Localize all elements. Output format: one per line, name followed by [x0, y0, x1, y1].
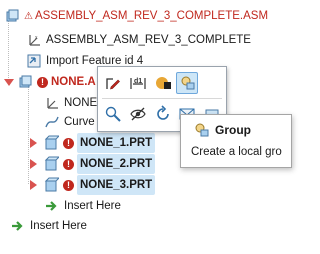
tree-item-insert-here[interactable]: Insert Here [44, 196, 121, 216]
part-icon [43, 135, 59, 151]
tree-item-insert-here[interactable]: Insert Here [10, 216, 87, 236]
tree-item-part[interactable]: ! NONE_2.PRT [30, 154, 156, 174]
assembly-warning-icon [4, 8, 20, 24]
part-icon [43, 177, 59, 193]
tree-item-part[interactable]: ! NONE_3.PRT [30, 175, 156, 195]
part-icon [43, 156, 59, 172]
subassembly-warning-icon [17, 74, 33, 90]
error-icon: ! [63, 158, 74, 170]
tree-item-label: NONE [64, 97, 98, 109]
tree-item-label: Insert Here [30, 220, 87, 232]
appearance-icon[interactable] [152, 72, 174, 94]
tooltip-title: Group [215, 123, 251, 137]
tree-item-label: NONE_3.PRT [77, 175, 156, 195]
collapse-arrow-icon[interactable] [4, 74, 14, 90]
error-icon: ! [37, 76, 48, 88]
regenerate-icon[interactable] [152, 103, 174, 125]
hide-icon[interactable] [127, 103, 149, 125]
import-feature-icon [26, 53, 42, 69]
root-label: ASSEMBLY_ASM_REV_3_COMPLETE.ASM [34, 10, 269, 22]
zoom-to-selected-icon[interactable] [102, 103, 124, 125]
dimension-icon[interactable]: d1 [127, 72, 149, 94]
group-icon [193, 122, 209, 138]
insert-here-arrow-icon [44, 198, 60, 214]
expand-arrow-icon[interactable] [30, 177, 40, 193]
tree-item-part[interactable]: ! NONE_1.PRT [30, 133, 156, 153]
group-icon[interactable] [176, 72, 198, 94]
tooltip-description: Create a local gro [191, 146, 282, 158]
tree-item-label: NONE_2.PRT [77, 154, 156, 174]
edit-definition-icon[interactable] [102, 72, 124, 94]
svg-text:d1: d1 [134, 78, 142, 85]
coordinate-system-icon: x [26, 32, 42, 48]
toolbar-separator [102, 98, 222, 99]
tree-item-label: NONE_1.PRT [77, 133, 156, 153]
curve-icon [44, 114, 60, 130]
tree-item-label: Insert Here [64, 200, 121, 212]
tooltip-group: Group Create a local gro [180, 114, 292, 168]
tree-item-curve[interactable]: Curve [44, 112, 95, 132]
error-icon: ! [63, 137, 74, 149]
tree-item-subassembly[interactable]: ! NONE.A [4, 72, 96, 92]
insert-here-arrow-icon [10, 218, 26, 234]
tree-item-label: Curve [64, 116, 95, 128]
svg-text:x: x [35, 35, 38, 41]
tree-item-label: ASSEMBLY_ASM_REV_3_COMPLETE [46, 34, 251, 46]
expand-arrow-icon[interactable] [30, 135, 40, 151]
tree-item-coordinate-system[interactable]: x ASSEMBLY_ASM_REV_3_COMPLETE [26, 30, 251, 50]
tree-item-coordinate-system[interactable]: NONE [44, 93, 97, 113]
tree-root[interactable]: ⚠ ASSEMBLY_ASM_REV_3_COMPLETE.ASM [4, 6, 268, 26]
tree-item-label: NONE.A [51, 76, 96, 88]
expand-arrow-icon[interactable] [30, 156, 40, 172]
coordinate-system-icon [44, 95, 60, 111]
error-icon: ! [63, 179, 74, 191]
